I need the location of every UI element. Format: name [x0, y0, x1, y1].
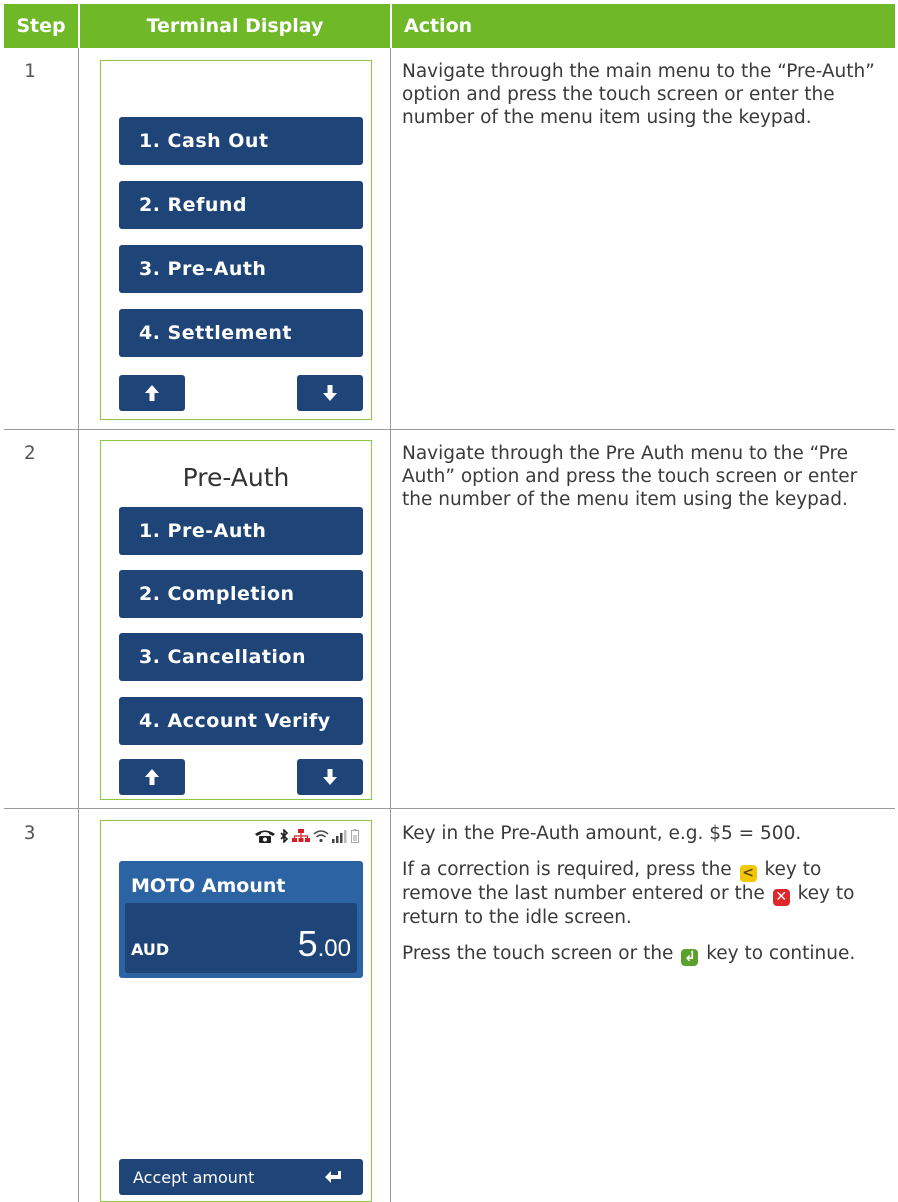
menu-item-refund[interactable]: 2. Refund — [119, 181, 363, 229]
accept-amount-button[interactable]: Accept amount — [119, 1159, 363, 1195]
row-divider — [4, 808, 895, 809]
up-arrow-icon — [145, 385, 159, 401]
amount-label: MOTO Amount — [131, 875, 286, 897]
scroll-down-button[interactable] — [297, 375, 363, 411]
enter-key-icon: ↲ — [681, 949, 699, 966]
wifi-icon — [313, 830, 329, 843]
terminal-screen-main-menu: 1. Cash Out 2. Refund 3. Pre-Auth 4. Set… — [100, 60, 372, 420]
menu-item-account-verify[interactable]: 4. Account Verify — [119, 697, 363, 745]
signal-bars-icon — [332, 830, 347, 843]
currency-label: AUD — [131, 940, 170, 959]
amount-value: 5.00 — [298, 923, 351, 965]
terminal-screen-pre-auth-menu: Pre-Auth 1. Pre-Auth 2. Completion 3. Ca… — [100, 440, 372, 800]
backspace-key-icon: < — [739, 865, 757, 882]
battery-icon — [351, 829, 359, 843]
action-paragraph: If a correction is required, press the <… — [402, 858, 892, 929]
row-divider — [4, 429, 895, 430]
menu-item-cash-out[interactable]: 1. Cash Out — [119, 117, 363, 165]
scroll-up-button[interactable] — [119, 759, 185, 795]
cancel-key-icon: ✕ — [772, 889, 790, 906]
action-text-step-2: Navigate through the Pre Auth menu to th… — [402, 442, 892, 524]
amount-cents: .00 — [317, 935, 351, 962]
menu-item-completion[interactable]: 2. Completion — [119, 570, 363, 618]
amount-panel: MOTO Amount AUD 5.00 — [119, 861, 363, 978]
menu-item-settlement[interactable]: 4. Settlement — [119, 309, 363, 357]
action-text: Press the touch screen or the — [402, 943, 674, 964]
header-step: Step — [4, 4, 78, 48]
enter-icon — [325, 1171, 341, 1183]
telephone-icon — [255, 830, 275, 843]
action-text-step-3: Key in the Pre-Auth amount, e.g. $5 = 50… — [402, 822, 892, 979]
step-number: 1 — [24, 60, 36, 82]
up-arrow-icon — [145, 769, 159, 785]
down-arrow-icon — [323, 385, 337, 401]
down-arrow-icon — [323, 769, 337, 785]
menu-item-pre-auth[interactable]: 3. Pre-Auth — [119, 245, 363, 293]
action-text: If a correction is required, press the — [402, 859, 732, 880]
terminal-screen-amount-entry: MOTO Amount AUD 5.00 Accept amount — [100, 820, 372, 1202]
scroll-up-button[interactable] — [119, 375, 185, 411]
bluetooth-icon — [280, 829, 289, 843]
header-terminal-display: Terminal Display — [80, 4, 390, 48]
action-paragraph: Navigate through the Pre Auth menu to th… — [402, 443, 858, 510]
column-divider — [78, 48, 79, 1202]
step-number: 2 — [24, 442, 36, 464]
action-paragraph: Key in the Pre-Auth amount, e.g. $5 = 50… — [402, 823, 802, 844]
amount-main: 5 — [297, 923, 318, 964]
scroll-down-button[interactable] — [297, 759, 363, 795]
action-text: key to continue. — [706, 943, 856, 964]
screen-title: Pre-Auth — [182, 463, 290, 492]
amount-field[interactable]: AUD 5.00 — [125, 903, 357, 973]
status-bar — [254, 829, 359, 843]
step-number: 3 — [24, 822, 36, 844]
action-paragraph: Navigate through the main menu to the “P… — [402, 61, 875, 128]
header-action: Action — [392, 4, 895, 48]
action-text-step-1: Navigate through the main menu to the “P… — [402, 60, 892, 142]
action-paragraph: Press the touch screen or the ↲ key to c… — [402, 942, 892, 966]
menu-item-pre-auth[interactable]: 1. Pre-Auth — [119, 507, 363, 555]
accept-amount-label: Accept amount — [133, 1167, 255, 1187]
network-icon — [292, 829, 310, 842]
column-divider — [390, 48, 391, 1202]
menu-item-cancellation[interactable]: 3. Cancellation — [119, 633, 363, 681]
